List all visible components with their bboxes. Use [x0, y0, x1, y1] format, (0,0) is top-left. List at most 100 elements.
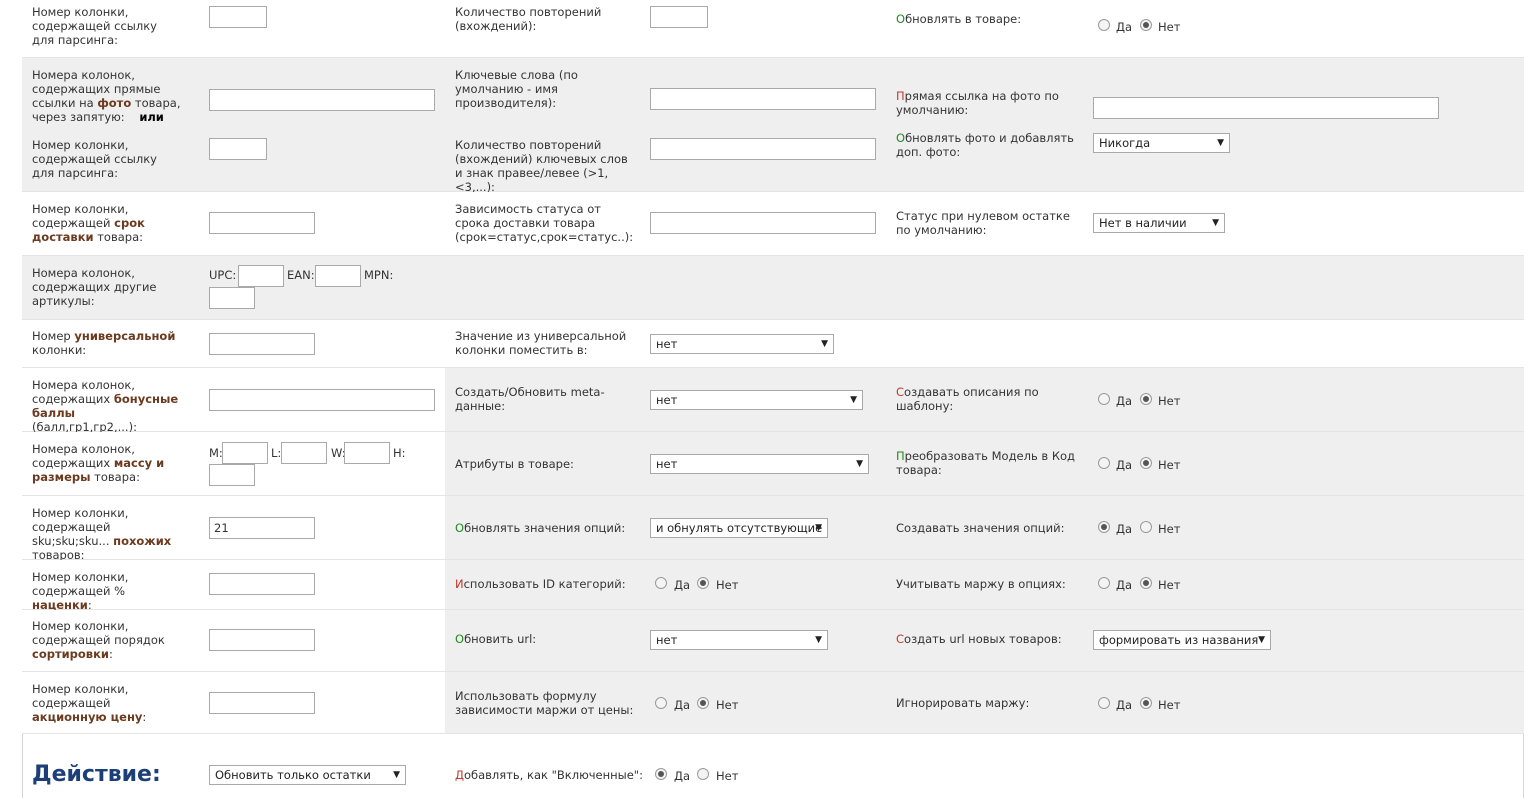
keywords-input[interactable] — [650, 88, 876, 110]
label-other-articles: Номера колонок, содержащих другие артику… — [32, 266, 157, 308]
label-similar-products: Номер колонки, содержащей sku;sku;sku...… — [32, 506, 172, 562]
update-in-product-yes-radio[interactable] — [1098, 19, 1110, 31]
delivery-column-input[interactable] — [209, 212, 315, 234]
upc-label: UPC: — [209, 268, 237, 282]
create-option-values-yes-radio[interactable] — [1098, 521, 1110, 533]
keyword-repeat-input[interactable] — [650, 138, 876, 160]
row-similar-products: Номер колонки, содержащей sku;sku;sku...… — [22, 496, 1524, 562]
special-price-column-input[interactable] — [209, 692, 315, 714]
h-label: H: — [393, 446, 406, 460]
add-as-enabled-yes-label: Да — [674, 769, 691, 783]
new-products-url-select[interactable]: формировать из названия ▼ — [1093, 630, 1271, 650]
add-as-enabled-no-radio[interactable] — [697, 768, 709, 780]
update-in-product-yes-label: Да — [1116, 20, 1133, 34]
label-markup-column: Номер колонки, содержащей % наценки: — [32, 570, 129, 612]
update-url-select[interactable]: нет ▼ — [650, 630, 828, 650]
template-descriptions-no-radio[interactable] — [1140, 393, 1152, 405]
label-repeat-count: Количество повторений (вхождений): — [455, 5, 602, 33]
create-option-values-no-label: Нет — [1158, 522, 1181, 536]
sort-column-input[interactable] — [209, 629, 315, 651]
category-ids-no-radio[interactable] — [697, 577, 709, 589]
create-option-values-no-radio[interactable] — [1140, 521, 1152, 533]
row-universal-column: Номер универсальной колонки: Значение из… — [22, 320, 1524, 368]
meta-data-select[interactable]: нет ▼ — [650, 390, 863, 410]
label-photo-columns: Номера колонок, содержащих прямые ссылки… — [32, 68, 181, 124]
row-weight-dimensions: Номера колонок, содержащих массу и разме… — [22, 432, 1524, 496]
ean-label: EAN: — [287, 268, 315, 282]
default-photo-input[interactable] — [1093, 97, 1439, 119]
update-options-select[interactable]: и обнулять отсутствующие ▼ — [650, 518, 828, 538]
status-by-term-input[interactable] — [650, 212, 876, 234]
category-ids-no-label: Нет — [716, 578, 739, 592]
margin-formula-yes-radio[interactable] — [655, 697, 667, 709]
label-keyword-repeat: Количество повторений (вхождений) ключев… — [455, 138, 628, 194]
length-l-input[interactable] — [281, 442, 327, 464]
repeat-count-input[interactable] — [650, 6, 708, 28]
similar-products-input[interactable] — [209, 517, 315, 539]
ignore-margin-no-radio[interactable] — [1140, 697, 1152, 709]
model-to-code-yes-radio[interactable] — [1098, 457, 1110, 469]
margin-formula-no-label: Нет — [716, 698, 739, 712]
label-update-photos: Обновлять фото и добавлять доп. фото: — [896, 131, 1074, 159]
label-weight-columns: Номера колонок, содержащих массу и разме… — [32, 442, 165, 484]
attributes-select[interactable]: нет ▼ — [650, 454, 869, 474]
parsing-column-input[interactable] — [209, 6, 267, 28]
label-attributes: Атрибуты в товаре: — [455, 457, 574, 471]
upc-input[interactable] — [238, 265, 284, 287]
ean-input[interactable] — [315, 265, 361, 287]
label-keywords: Ключевые слова (по умолчанию - имя произ… — [455, 68, 578, 110]
add-as-enabled-yes-radio[interactable] — [655, 768, 667, 780]
label-sort-column: Номер колонки, содержащей порядок сортир… — [32, 619, 165, 661]
width-w-input[interactable] — [344, 442, 390, 464]
height-h-input[interactable] — [209, 464, 255, 486]
add-as-enabled-no-label: Нет — [716, 769, 739, 783]
create-option-values-yes-label: Да — [1116, 522, 1133, 536]
universal-target-select[interactable]: нет ▼ — [650, 334, 834, 354]
universal-column-input[interactable] — [209, 333, 315, 355]
ignore-margin-yes-label: Да — [1116, 698, 1133, 712]
label-margin-in-options: Учитывать маржу в опциях: — [896, 577, 1066, 591]
template-descriptions-yes-radio[interactable] — [1098, 393, 1110, 405]
row-photo-links: Номера колонок, содержащих прямые ссылки… — [22, 58, 1524, 194]
action-title: Действие: — [32, 762, 161, 787]
category-ids-yes-label: Да — [674, 578, 691, 592]
photo-columns-input[interactable] — [209, 89, 435, 111]
weight-m-input[interactable] — [222, 442, 268, 464]
mpn-input[interactable] — [209, 287, 255, 309]
template-descriptions-yes-label: Да — [1116, 394, 1133, 408]
margin-formula-no-radio[interactable] — [697, 697, 709, 709]
row-bonus-points: Номера колонок, содержащих бонусные балл… — [22, 368, 1524, 434]
row-sort-order: Номер колонки, содержащей порядок сортир… — [22, 610, 1524, 672]
margin-in-options-no-label: Нет — [1158, 578, 1181, 592]
model-to-code-no-radio[interactable] — [1140, 457, 1152, 469]
label-special-price-column: Номер колонки, содержащей акционную цену… — [32, 682, 147, 724]
label-ignore-margin: Игнорировать маржу: — [896, 696, 1030, 710]
ignore-margin-yes-radio[interactable] — [1098, 697, 1110, 709]
l-label: L: — [271, 446, 282, 460]
action-select[interactable]: Обновить только остатки ▼ — [209, 765, 406, 785]
markup-column-input[interactable] — [209, 573, 315, 595]
label-model-to-code: Преобразовать Модель в Код товара: — [896, 449, 1075, 477]
row-delivery-term: Номер колонки, содержащей срок доставки … — [22, 192, 1524, 256]
update-in-product-no-radio[interactable] — [1140, 19, 1152, 31]
margin-formula-yes-label: Да — [674, 698, 691, 712]
label-template-descriptions: Создавать описания по шаблону: — [896, 385, 1039, 413]
label-parsing-column: Номер колонки, содержащей ссылку для пар… — [32, 5, 157, 47]
label-universal-column: Номер универсальной колонки: — [32, 329, 176, 357]
label-zero-stock-status: Статус при нулевом остатке по умолчанию: — [896, 209, 1070, 237]
photo-parsing-column-input[interactable] — [209, 138, 267, 160]
margin-in-options-yes-radio[interactable] — [1098, 577, 1110, 589]
label-default-photo: Прямая ссылка на фото по умолчанию: — [896, 89, 1059, 117]
margin-in-options-no-radio[interactable] — [1140, 577, 1152, 589]
label-add-as-enabled: Добавлять, как "Включенные": — [455, 768, 643, 782]
category-ids-yes-radio[interactable] — [655, 577, 667, 589]
update-photos-select[interactable]: Никогда ▼ — [1093, 133, 1230, 153]
model-to-code-no-label: Нет — [1158, 458, 1181, 472]
label-update-options: Обновлять значения опций: — [455, 521, 626, 535]
label-category-ids: Использовать ID категорий: — [455, 577, 626, 591]
zero-stock-status-select[interactable]: Нет в наличии ▼ — [1093, 213, 1225, 233]
label-margin-formula: Использовать формулу зависимости маржи о… — [455, 689, 634, 717]
margin-in-options-yes-label: Да — [1116, 578, 1133, 592]
label-bonus-columns: Номера колонок, содержащих бонусные балл… — [32, 378, 179, 434]
bonus-columns-input[interactable] — [209, 389, 435, 411]
